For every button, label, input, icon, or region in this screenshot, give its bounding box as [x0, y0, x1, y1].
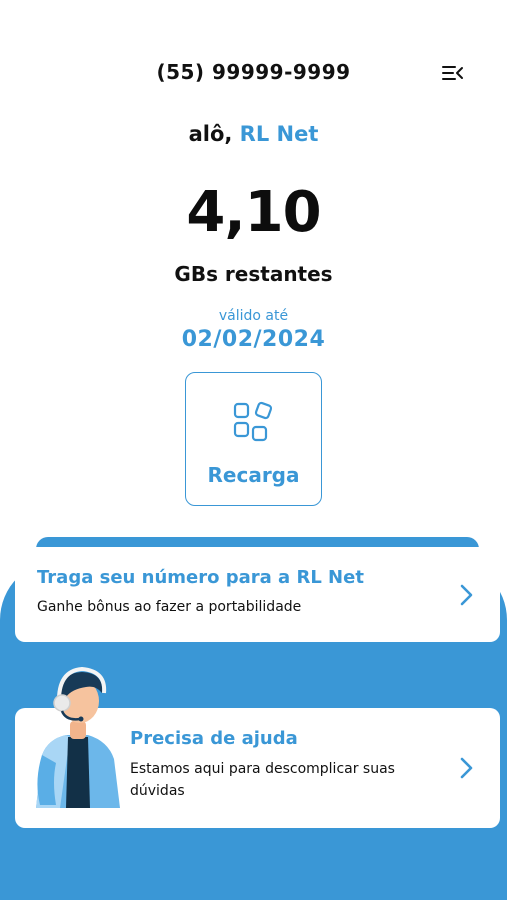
apps-grid-icon: [233, 401, 273, 442]
data-balance-value: 4,10: [186, 180, 321, 245]
phone-number: (55) 99999-9999: [156, 60, 351, 84]
valid-until-label: válido até: [218, 308, 289, 324]
portability-card[interactable]: Traga seu número para a RL Net Ganhe bôn…: [15, 547, 500, 642]
support-agent-illustration: [36, 666, 120, 808]
chevron-right-icon: [460, 584, 473, 606]
recharge-button[interactable]: Recarga: [185, 372, 322, 506]
help-title: Precisa de ajuda: [130, 728, 298, 749]
greeting-prefix: alô,: [188, 122, 233, 146]
menu-button[interactable]: [440, 62, 466, 84]
greeting-brand: RL Net: [239, 122, 319, 146]
recharge-label: Recarga: [207, 463, 300, 487]
help-subtitle: Estamos aqui para descomplicar suas dúvi…: [130, 761, 395, 799]
chevron-right-icon: [460, 757, 473, 779]
portability-title: Traga seu número para a RL Net: [37, 567, 364, 588]
greeting: alô, RL Net: [0, 122, 507, 146]
portability-subtitle: Ganhe bônus ao fazer a portabilidade: [37, 599, 302, 615]
valid-until-date: 02/02/2024: [181, 327, 326, 352]
menu-collapse-icon: [442, 66, 463, 80]
data-balance-unit: GBs restantes: [174, 262, 333, 286]
